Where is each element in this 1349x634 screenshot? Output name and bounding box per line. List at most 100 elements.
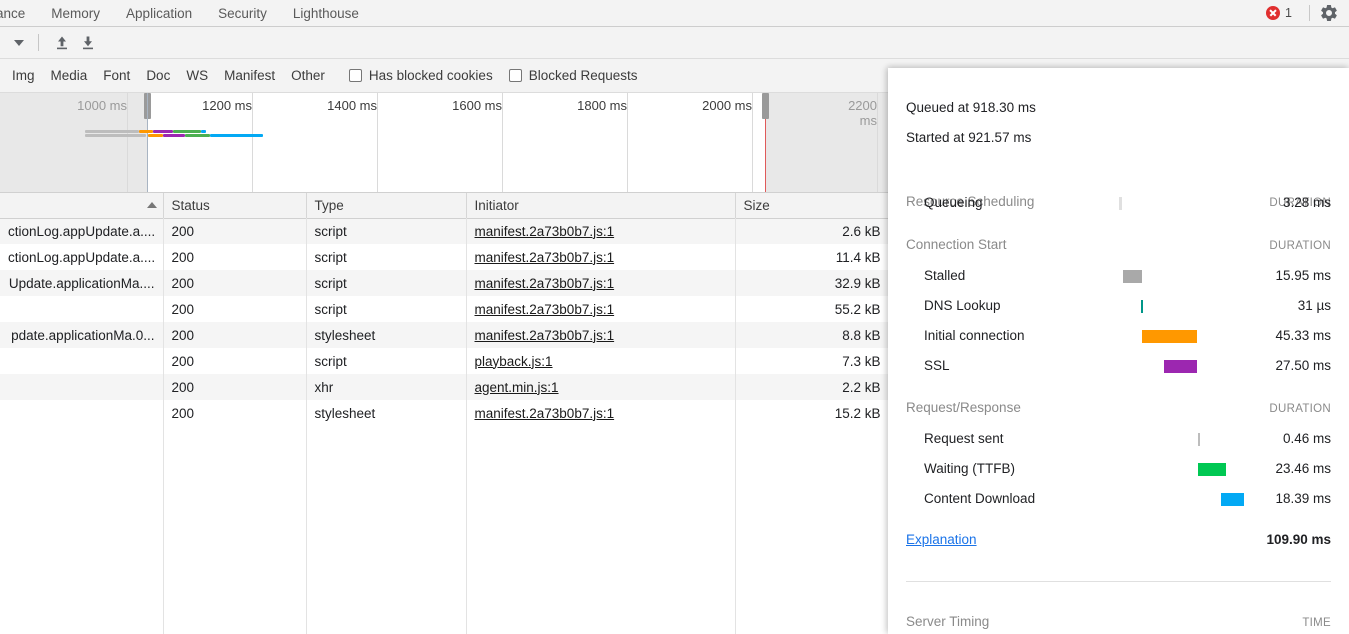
cell-type: script bbox=[306, 270, 467, 296]
overview-tick-label: 1200 ms bbox=[202, 98, 252, 113]
upload-arrow-icon bbox=[57, 36, 67, 49]
tab-lighthouse[interactable]: Lighthouse bbox=[280, 0, 372, 26]
cell-status: 200 bbox=[163, 322, 307, 348]
explanation-link[interactable]: Explanation bbox=[906, 532, 977, 547]
filter-type-doc[interactable]: Doc bbox=[138, 66, 178, 86]
timing-label: Request sent bbox=[924, 431, 1004, 446]
table-row[interactable]: 200 stylesheet manifest.2a73b0b7.js:1 15… bbox=[0, 400, 889, 426]
network-request-table[interactable]: Status Type Initiator Size ctionLog.appU… bbox=[0, 193, 889, 634]
timing-value: 27.50 ms bbox=[1275, 358, 1331, 373]
tab-security[interactable]: Security bbox=[205, 0, 280, 26]
column-header-name[interactable] bbox=[0, 193, 164, 219]
timing-value: 3.28 ms bbox=[1282, 195, 1331, 210]
download-arrow-icon bbox=[83, 36, 93, 49]
filter-type-other[interactable]: Other bbox=[283, 66, 333, 86]
filter-type-media[interactable]: Media bbox=[43, 66, 96, 86]
overview-tick-label: 1600 ms bbox=[452, 98, 502, 113]
cell-status: 200 bbox=[163, 270, 307, 296]
overview-gridline bbox=[377, 93, 378, 192]
overview-tick-label: 1400 ms bbox=[327, 98, 377, 113]
started-at-label: Started at 921.57 ms bbox=[906, 130, 1032, 145]
filter-dropdown-button[interactable] bbox=[8, 32, 30, 54]
tab-memory[interactable]: Memory bbox=[38, 0, 113, 26]
initiator-link[interactable]: manifest.2a73b0b7.js:1 bbox=[475, 250, 615, 265]
table-row[interactable]: Update.applicationMa.... 200 script mani… bbox=[0, 270, 889, 296]
column-header-status[interactable]: Status bbox=[163, 193, 307, 219]
table-row[interactable]: ctionLog.appUpdate.a.... 200 script mani… bbox=[0, 218, 889, 244]
timing-label: Stalled bbox=[924, 268, 966, 283]
export-har-button[interactable] bbox=[75, 31, 101, 55]
cell-type: script bbox=[306, 244, 467, 270]
cell-size: 7.3 kB bbox=[735, 348, 889, 374]
overview-gridline bbox=[877, 93, 878, 192]
error-badge[interactable]: 1 bbox=[1266, 6, 1292, 20]
initiator-link[interactable]: manifest.2a73b0b7.js:1 bbox=[475, 302, 615, 317]
tab-application[interactable]: Application bbox=[113, 0, 205, 26]
timing-value: 15.95 ms bbox=[1275, 268, 1331, 283]
initiator-link[interactable]: playback.js:1 bbox=[475, 354, 553, 369]
cell-initiator: manifest.2a73b0b7.js:1 bbox=[466, 270, 736, 296]
timing-row-stalled: Stalled 15.95 ms bbox=[906, 266, 1331, 286]
overview-tick-label: 1800 ms bbox=[577, 98, 627, 113]
column-header-size[interactable]: Size bbox=[735, 193, 889, 219]
overview-request-bar bbox=[163, 134, 185, 137]
queued-at-label: Queued at 918.30 ms bbox=[906, 100, 1036, 115]
timing-bar bbox=[1119, 197, 1122, 210]
initiator-link[interactable]: manifest.2a73b0b7.js:1 bbox=[475, 224, 615, 239]
overview-request-bar bbox=[85, 130, 139, 133]
total-duration: 109.90 ms bbox=[1266, 532, 1331, 547]
filter-type-font[interactable]: Font bbox=[95, 66, 138, 86]
tab-performance[interactable]: ance bbox=[0, 0, 38, 26]
cell-status: 200 bbox=[163, 244, 307, 270]
overview-request-bar bbox=[139, 130, 153, 133]
tabstrip-right-controls: 1 bbox=[1266, 0, 1349, 26]
column-header-initiator[interactable]: Initiator bbox=[466, 193, 736, 219]
gear-icon[interactable] bbox=[1319, 3, 1339, 23]
checkbox-box bbox=[348, 69, 362, 82]
timing-bar bbox=[1221, 493, 1244, 506]
timing-value: 31 µs bbox=[1297, 298, 1331, 313]
has-blocked-cookies-checkbox[interactable]: Has blocked cookies bbox=[348, 68, 493, 83]
overview-selection-handle-right[interactable] bbox=[762, 93, 769, 119]
table-row[interactable]: 200 script playback.js:1 7.3 kB bbox=[0, 348, 889, 374]
cell-size: 55.2 kB bbox=[735, 296, 889, 322]
column-header-type[interactable]: Type bbox=[306, 193, 467, 219]
group-title: Connection Start bbox=[906, 237, 1007, 252]
group-time-header: TIME bbox=[1302, 617, 1331, 629]
cell-status: 200 bbox=[163, 400, 307, 426]
network-overview-timeline[interactable]: 1000 ms 1200 ms 1400 ms 1600 ms 1800 ms … bbox=[0, 93, 889, 193]
timing-row-queueing: Queueing 3.28 ms bbox=[906, 193, 1331, 213]
table-row[interactable]: pdate.applicationMa.0... 200 stylesheet … bbox=[0, 322, 889, 348]
blocked-requests-checkbox[interactable]: Blocked Requests bbox=[508, 68, 638, 83]
table-row[interactable]: 200 script manifest.2a73b0b7.js:1 55.2 k… bbox=[0, 296, 889, 322]
timing-label: DNS Lookup bbox=[924, 298, 1001, 313]
cell-initiator: manifest.2a73b0b7.js:1 bbox=[466, 400, 736, 426]
network-toolbar bbox=[0, 27, 1349, 59]
import-har-button[interactable] bbox=[49, 31, 75, 55]
overview-tick-label: 1000 ms bbox=[77, 98, 127, 113]
filter-type-img[interactable]: Img bbox=[4, 66, 43, 86]
cell-size: 15.2 kB bbox=[735, 400, 889, 426]
initiator-link[interactable]: agent.min.js:1 bbox=[475, 380, 559, 395]
table-row[interactable]: ctionLog.appUpdate.a.... 200 script mani… bbox=[0, 244, 889, 270]
timing-value: 0.46 ms bbox=[1282, 431, 1331, 446]
group-title: Request/Response bbox=[906, 400, 1021, 415]
group-duration-header: DURATION bbox=[1269, 240, 1331, 252]
overview-tick-label: 2200 ms bbox=[848, 98, 877, 128]
filter-type-manifest[interactable]: Manifest bbox=[216, 66, 283, 86]
checkbox-box bbox=[508, 69, 522, 82]
group-duration-header: DURATION bbox=[1269, 403, 1331, 415]
overview-gridline bbox=[502, 93, 503, 192]
overview-gridline bbox=[627, 93, 628, 192]
cell-initiator: manifest.2a73b0b7.js:1 bbox=[466, 218, 736, 244]
timing-row-initial-connection: Initial connection 45.33 ms bbox=[906, 326, 1331, 346]
initiator-link[interactable]: manifest.2a73b0b7.js:1 bbox=[475, 328, 615, 343]
table-row[interactable]: 200 xhr agent.min.js:1 2.2 kB bbox=[0, 374, 889, 400]
overview-tick-label: 2000 ms bbox=[702, 98, 752, 113]
timing-bar bbox=[1198, 433, 1200, 446]
initiator-link[interactable]: manifest.2a73b0b7.js:1 bbox=[475, 276, 615, 291]
timing-bar bbox=[1164, 360, 1197, 373]
request-timing-panel[interactable]: Queued at 918.30 ms Started at 921.57 ms… bbox=[888, 68, 1349, 634]
filter-type-ws[interactable]: WS bbox=[178, 66, 216, 86]
initiator-link[interactable]: manifest.2a73b0b7.js:1 bbox=[475, 406, 615, 421]
